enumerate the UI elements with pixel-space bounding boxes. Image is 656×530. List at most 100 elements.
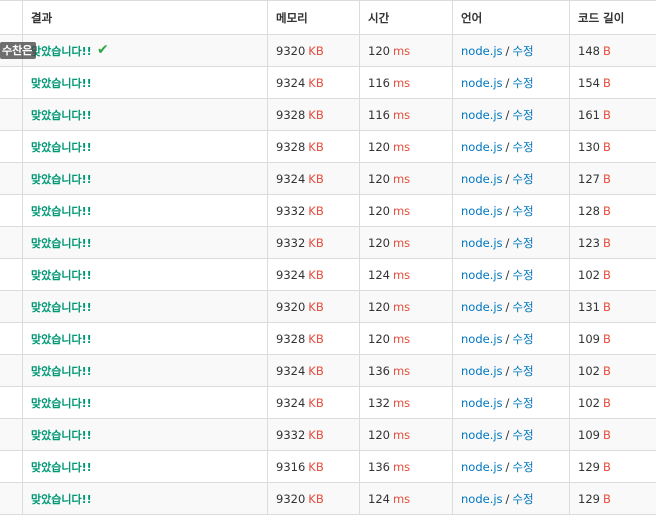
memory-value: 9332 — [276, 203, 306, 218]
language-cell: node.js / 수정 — [453, 163, 570, 194]
separator: / — [505, 491, 510, 506]
result-text[interactable]: 맞았습니다!! — [31, 203, 92, 219]
result-text[interactable]: 맞았습니다!! — [31, 395, 92, 411]
language-link[interactable]: node.js — [461, 76, 503, 90]
language-link[interactable]: node.js — [461, 140, 503, 154]
time-value: 120 — [368, 139, 390, 154]
result-text[interactable]: 맞았습니다!! — [31, 107, 92, 123]
result-text[interactable]: 맞았습니다!! — [31, 235, 92, 251]
memory-cell: 9328 KB — [268, 99, 360, 130]
separator: / — [505, 395, 510, 410]
edit-link[interactable]: 수정 — [512, 427, 533, 443]
time-cell: 136 ms — [360, 355, 453, 386]
table-row: 맞았습니다!! 9324 KB 120 ms node.js / 수정 127 B — [0, 163, 656, 195]
length-unit: B — [602, 139, 611, 154]
edit-link[interactable]: 수정 — [512, 491, 533, 507]
edit-link[interactable]: 수정 — [512, 267, 533, 283]
edit-link[interactable]: 수정 — [512, 395, 533, 411]
edit-link[interactable]: 수정 — [512, 75, 533, 91]
language-link[interactable]: node.js — [461, 268, 503, 282]
code-length-cell: 148 B — [570, 35, 656, 66]
time-unit: ms — [392, 459, 411, 474]
language-link[interactable]: node.js — [461, 396, 503, 410]
code-length-value: 131 — [578, 299, 600, 314]
language-link[interactable]: node.js — [461, 204, 503, 218]
edit-link[interactable]: 수정 — [512, 107, 533, 123]
result-text[interactable]: 맞았습니다!! — [31, 299, 92, 315]
language-link[interactable]: node.js — [461, 364, 503, 378]
edit-link[interactable]: 수정 — [512, 203, 533, 219]
length-unit: B — [602, 299, 611, 314]
language-link[interactable]: node.js — [461, 428, 503, 442]
memory-unit: KB — [308, 75, 324, 90]
result-text[interactable]: 맞았습니다!! — [31, 363, 92, 379]
result-text[interactable]: 맞았습니다!! — [31, 427, 92, 443]
memory-unit: KB — [308, 395, 324, 410]
memory-cell: 9320 KB — [268, 35, 360, 66]
time-cell: 120 ms — [360, 419, 453, 450]
language-link[interactable]: node.js — [461, 300, 503, 314]
time-value: 120 — [368, 203, 390, 218]
result-cell: 맞았습니다!! — [23, 451, 268, 482]
row-blank — [0, 419, 23, 450]
edit-link[interactable]: 수정 — [512, 171, 533, 187]
result-cell: 맞았습니다!! — [23, 67, 268, 98]
language-cell: node.js / 수정 — [453, 419, 570, 450]
time-value: 124 — [368, 491, 390, 506]
code-length-value: 127 — [578, 171, 600, 186]
result-text[interactable]: 맞았습니다!! — [31, 43, 92, 59]
memory-cell: 9324 KB — [268, 163, 360, 194]
separator: / — [505, 363, 510, 378]
language-cell: node.js / 수정 — [453, 259, 570, 290]
result-text[interactable]: 맞았습니다!! — [31, 331, 92, 347]
submission-table: 결과 메모리 시간 언어 코드 길이 맞았습니다!! 9320 KB 120 ms … — [0, 0, 656, 515]
time-value: 124 — [368, 267, 390, 282]
language-link[interactable]: node.js — [461, 332, 503, 346]
code-length-cell: 154 B — [570, 67, 656, 98]
memory-unit: KB — [308, 267, 324, 282]
edit-link[interactable]: 수정 — [512, 331, 533, 347]
language-link[interactable]: node.js — [461, 172, 503, 186]
time-unit: ms — [392, 75, 411, 90]
time-cell: 116 ms — [360, 67, 453, 98]
time-unit: ms — [392, 491, 411, 506]
memory-unit: KB — [308, 427, 324, 442]
edit-link[interactable]: 수정 — [512, 235, 533, 251]
length-unit: B — [602, 395, 611, 410]
separator: / — [505, 427, 510, 442]
language-link[interactable]: node.js — [461, 460, 503, 474]
time-cell: 120 ms — [360, 163, 453, 194]
time-unit: ms — [392, 43, 411, 58]
language-cell: node.js / 수정 — [453, 387, 570, 418]
edit-link[interactable]: 수정 — [512, 363, 533, 379]
memory-unit: KB — [308, 331, 324, 346]
memory-value: 9324 — [276, 395, 306, 410]
time-cell: 124 ms — [360, 259, 453, 290]
result-text[interactable]: 맞았습니다!! — [31, 75, 92, 91]
table-row: 맞았습니다!! 9320 KB 120 ms node.js / 수정 131 B — [0, 291, 656, 323]
result-text[interactable]: 맞았습니다!! — [31, 267, 92, 283]
result-text[interactable]: 맞았습니다!! — [31, 139, 92, 155]
edit-link[interactable]: 수정 — [512, 139, 533, 155]
table-row: 맞았습니다!! 9324 KB 132 ms node.js / 수정 102 B — [0, 387, 656, 419]
memory-cell: 9324 KB — [268, 67, 360, 98]
code-length-cell: 131 B — [570, 291, 656, 322]
edit-link[interactable]: 수정 — [512, 43, 533, 59]
result-text[interactable]: 맞았습니다!! — [31, 491, 92, 507]
result-text[interactable]: 맞았습니다!! — [31, 459, 92, 475]
code-length-cell: 123 B — [570, 227, 656, 258]
row-blank — [0, 163, 23, 194]
language-link[interactable]: node.js — [461, 44, 503, 58]
memory-cell: 9320 KB — [268, 483, 360, 514]
language-link[interactable]: node.js — [461, 108, 503, 122]
time-cell: 120 ms — [360, 227, 453, 258]
result-cell: 맞았습니다!! — [23, 483, 268, 514]
check-icon: ✔ — [97, 42, 109, 58]
edit-link[interactable]: 수정 — [512, 459, 533, 475]
row-blank — [0, 291, 23, 322]
language-link[interactable]: node.js — [461, 236, 503, 250]
result-text[interactable]: 맞았습니다!! — [31, 171, 92, 187]
language-link[interactable]: node.js — [461, 492, 503, 506]
separator: / — [505, 235, 510, 250]
edit-link[interactable]: 수정 — [512, 299, 533, 315]
